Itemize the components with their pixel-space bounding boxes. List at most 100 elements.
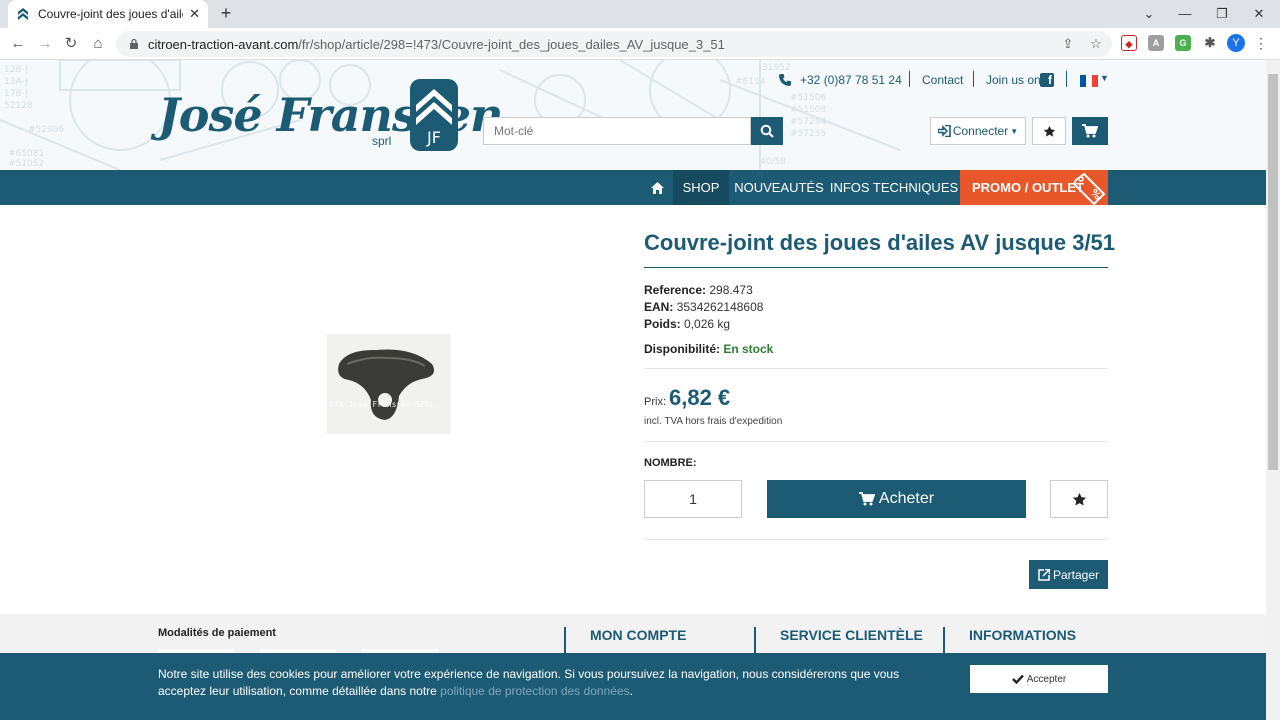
payment-methods-heading: Modalités de paiement (158, 627, 276, 639)
extension-google-icon[interactable]: G (1175, 35, 1191, 51)
share-icon (1038, 568, 1050, 581)
title-underline (644, 267, 1108, 268)
share-button[interactable]: Partager (1029, 560, 1108, 589)
footer-informations[interactable]: INFORMATIONS (969, 627, 1076, 643)
star-icon (1043, 125, 1055, 137)
share-label: Partager (1052, 567, 1100, 582)
svg-text:31952: 31952 (762, 63, 791, 73)
product-availability: Disponibilité: En stock (644, 342, 774, 356)
back-icon[interactable]: ← (9, 35, 27, 53)
tab-search-icon[interactable]: ⌄ (1140, 5, 1158, 23)
share-icon[interactable]: ⇪ (1060, 36, 1076, 52)
new-tab-button[interactable]: + (216, 4, 236, 24)
header-divider (909, 71, 910, 87)
browser-toolbar: ← → ↻ ⌂ citroen-traction-avant.com/fr/sh… (0, 28, 1280, 60)
contact-link[interactable]: Contact (922, 73, 963, 87)
search-input[interactable] (483, 117, 751, 145)
nav-shop[interactable]: SHOP (673, 170, 729, 205)
logo-emblem-icon[interactable]: JF (410, 79, 458, 151)
facebook-icon[interactable]: f (1040, 73, 1054, 87)
home-icon (650, 182, 664, 194)
cookie-text: Notre site utilise des cookies pour amél… (158, 667, 900, 698)
french-flag-icon[interactable] (1080, 75, 1098, 87)
svg-text:17B-J: 17B-J (4, 89, 28, 99)
cart-button[interactable] (1072, 117, 1108, 145)
image-watermark: ©TA José Franssen SPRL (329, 400, 435, 409)
emblem-letters: JF (426, 128, 441, 147)
connect-button[interactable]: Connecter ▼ (930, 117, 1026, 145)
header-divider (1066, 71, 1067, 87)
minimize-icon[interactable]: — (1176, 5, 1194, 23)
bookmark-star-icon[interactable]: ☆ (1088, 36, 1104, 52)
nav-nouveautes[interactable]: NOUVEAUTÉS (729, 170, 829, 205)
search-icon (760, 124, 774, 138)
header-phone[interactable]: +32 (0)87 78 51 24 (778, 73, 902, 87)
svg-text:#65081: #65081 (8, 149, 44, 159)
address-bar[interactable]: citroen-traction-avant.com/fr/shop/artic… (116, 31, 1112, 57)
favorites-button[interactable] (1032, 117, 1066, 145)
language-caret-icon[interactable]: ▼ (1100, 73, 1109, 83)
product-price: 6,82 € (669, 385, 731, 410)
reload-icon[interactable]: ↻ (62, 35, 80, 53)
forward-icon[interactable]: → (36, 35, 54, 53)
product-photo-art (338, 349, 435, 420)
accept-label: Accepter (1026, 673, 1067, 685)
footer-service-clientele[interactable]: SERVICE CLIENTÈLE (780, 627, 923, 643)
product-title: Couvre-joint des joues d'ailes AV jusque… (644, 230, 1116, 255)
close-icon[interactable]: ✕ (1250, 5, 1268, 23)
svg-text:52128: 52128 (4, 101, 33, 111)
tab-close-icon[interactable]: ✕ (189, 6, 200, 22)
svg-text:13A-J: 13A-J (4, 77, 28, 87)
nav-infos-techniques[interactable]: INFOS TECHNIQUES (829, 170, 959, 205)
profile-avatar[interactable]: Y (1227, 34, 1245, 52)
join-us-label: Join us on (986, 73, 1041, 87)
svg-text:#51506: #51506 (790, 93, 826, 103)
search-button[interactable] (751, 117, 783, 145)
price-label: Prix: (644, 396, 666, 408)
svg-text:#52996: #52996 (28, 125, 64, 135)
cart-icon (1082, 124, 1098, 138)
tab-title: Couvre-joint des joues d'ailes AV (38, 7, 183, 21)
extensions-icon[interactable]: ✱ (1202, 35, 1218, 51)
extension-pdf-icon[interactable]: A (1148, 35, 1164, 51)
divider (644, 441, 1108, 442)
home-icon[interactable]: ⌂ (89, 35, 107, 53)
svg-text:#57254: #57254 (790, 117, 826, 127)
privacy-policy-link[interactable]: politique de protection des données (440, 684, 629, 698)
add-to-favorites-button[interactable] (1050, 480, 1108, 518)
accept-cookies-button[interactable]: Accepter (970, 665, 1108, 693)
browser-tab[interactable]: Couvre-joint des joues d'ailes AV ✕ (8, 0, 208, 28)
product-weight: Poids: 0,026 kg (644, 317, 731, 331)
extension-shield-icon[interactable]: ◆ (1121, 35, 1137, 51)
sign-in-icon (937, 125, 951, 137)
svg-text:#51508: #51508 (790, 105, 826, 115)
promo-tag-icon: % (1072, 172, 1106, 205)
tab-strip: Couvre-joint des joues d'ailes AV ✕ + ⌄ … (0, 0, 1280, 28)
quantity-input[interactable] (644, 480, 742, 518)
checkmark-icon (1011, 674, 1024, 684)
connect-caret-icon: ▼ (1010, 126, 1019, 136)
svg-text:#6114: #6114 (735, 77, 766, 87)
star-icon (1072, 492, 1086, 505)
buy-button[interactable]: Acheter (767, 480, 1026, 518)
svg-text:#57255: #57255 (790, 129, 826, 139)
divider (644, 539, 1108, 540)
product-reference: Reference: 298.473 (644, 283, 753, 297)
maximize-icon[interactable]: ❐ (1213, 5, 1231, 23)
product-ean: EAN: 3534262148608 (644, 300, 764, 314)
footer-mon-compte[interactable]: MON COMPTE (590, 627, 686, 643)
phone-number: +32 (0)87 78 51 24 (800, 73, 902, 87)
buy-label: Acheter (878, 490, 935, 507)
menu-icon[interactable]: ⋮ (1254, 34, 1268, 52)
svg-text:40/58: 40/58 (760, 157, 786, 167)
product-image[interactable]: ©TA José Franssen SPRL (327, 334, 451, 434)
nav-home[interactable] (643, 170, 671, 205)
phone-icon (779, 74, 791, 86)
logo-sprl: sprl (372, 134, 392, 148)
site-favicon-icon (18, 8, 28, 20)
footer-divider (754, 627, 756, 653)
svg-text:#51052: #51052 (8, 159, 44, 169)
scrollbar-thumb[interactable] (1268, 74, 1278, 470)
lock-icon (130, 38, 138, 49)
svg-text:12B-J: 12B-J (4, 65, 28, 75)
